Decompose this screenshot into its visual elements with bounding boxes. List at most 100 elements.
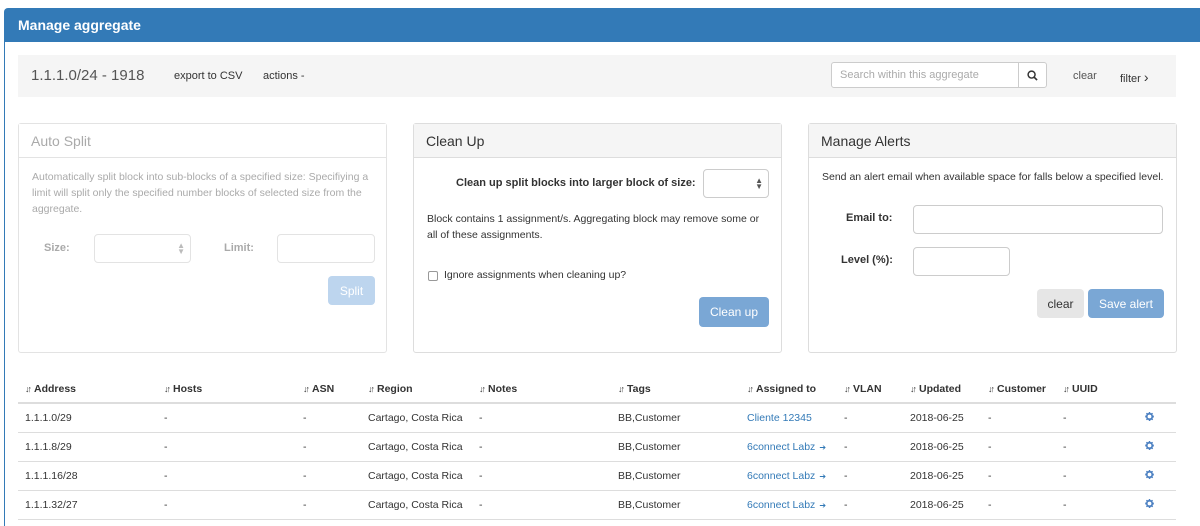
column-header-label: ASN — [312, 382, 335, 395]
column-header-uuid[interactable]: ↓↑ UUID — [1056, 375, 1122, 404]
cell-actions — [1122, 461, 1176, 491]
cell-uuid: - — [1056, 403, 1122, 433]
actions-menu[interactable]: actions - — [263, 70, 305, 82]
table-row[interactable]: 1.1.1.8/29- - Cartago, Costa Rica - BB,Custo… — [18, 432, 1176, 462]
sort-icon: ↓↑ — [910, 383, 917, 394]
cell-address: 1.1.1.32/27 — [18, 490, 157, 520]
split-button[interactable]: Split — [328, 276, 375, 305]
column-header-label: VLAN — [853, 382, 882, 395]
alerts-description: Send an alert email when available space… — [822, 171, 1164, 183]
manage-alerts-title: Manage Alerts — [809, 124, 1176, 158]
cell-updated: 2018-06-25 — [903, 403, 981, 433]
select-arrows-icon: ▲ ▼ — [755, 176, 763, 191]
cell-asn: - — [296, 461, 361, 491]
cell-vlan: - — [837, 461, 903, 491]
assigned-to-link[interactable]: 6connect Labz — [747, 470, 815, 482]
assigned-to-link[interactable]: 6connect Labz — [747, 499, 815, 511]
sort-icon: ↓↑ — [618, 383, 625, 394]
cell-asn: - — [296, 432, 361, 462]
size-select[interactable]: ▲ ▼ — [94, 234, 191, 263]
column-header-address[interactable]: ↓↑ Address — [18, 375, 157, 404]
email-input[interactable] — [913, 205, 1163, 234]
cell-updated: 2018-06-25 — [903, 490, 981, 520]
limit-input[interactable] — [277, 234, 375, 263]
sort-icon: ↓↑ — [368, 383, 375, 394]
cell-actions — [1122, 403, 1176, 433]
cell-notes: - — [472, 461, 611, 491]
cell-region: Cartago, Costa Rica — [361, 403, 472, 433]
column-header-label: UUID — [1072, 382, 1098, 395]
cell-address: 1.1.1.8/29 — [18, 432, 157, 462]
ignore-assignments-label: Ignore assignments when cleaning up? — [444, 269, 627, 281]
aggregate-toolbar: 1.1.1.0/24 - 1918 export to CSV actions … — [18, 55, 1176, 97]
sort-icon: ↓↑ — [479, 383, 486, 394]
block-size-select[interactable]: ▲ ▼ — [703, 169, 769, 198]
cell-tags: BB,Customer — [611, 432, 740, 462]
cell-updated: 2018-06-25 — [903, 432, 981, 462]
panel-header: Manage aggregate — [4, 8, 1200, 42]
limit-label: Limit: — [224, 242, 254, 254]
cell-hosts: - — [157, 432, 296, 462]
column-header-updated[interactable]: ↓↑ Updated — [903, 375, 981, 404]
arrow-right-icon: ➔ — [819, 500, 827, 510]
cell-asn: - — [296, 403, 361, 433]
column-header-region[interactable]: ↓↑ Region — [361, 375, 472, 404]
assigned-to-link[interactable]: 6connect Labz — [747, 441, 815, 453]
cell-tags: BB,Customer — [611, 461, 740, 491]
clear-filter-link[interactable]: clear — [1073, 70, 1097, 82]
column-header-label: Hosts — [173, 382, 203, 395]
table-row[interactable]: 1.1.1.32/27- - Cartago, Costa Rica - BB,Cust… — [18, 490, 1176, 520]
gear-icon[interactable] — [1144, 411, 1155, 422]
level-input[interactable] — [913, 247, 1010, 276]
table-row[interactable]: 1.1.1.0/29- - Cartago, Costa Rica - BB,Custo… — [18, 403, 1176, 433]
manage-alerts-card: Manage Alerts Send an alert email when a… — [808, 123, 1177, 353]
aggregate-title: 1.1.1.0/24 - 1918 — [31, 67, 145, 84]
filter-toggle[interactable]: filter › — [1120, 69, 1149, 85]
search-button[interactable] — [1018, 62, 1047, 88]
table-row[interactable]: 1.1.1.16/28- - Cartago, Costa Rica - BB,Cust… — [18, 461, 1176, 491]
column-header-label: Address — [34, 382, 77, 395]
panel-title: Manage aggregate — [18, 17, 141, 33]
cell-vlan: - — [837, 432, 903, 462]
cell-customer: - — [981, 403, 1056, 433]
clean-up-button[interactable]: Clean up — [699, 297, 769, 327]
cell-notes: - — [472, 403, 611, 433]
column-header-tags[interactable]: ↓↑ Tags — [611, 375, 740, 404]
column-header-actions — [1122, 375, 1176, 404]
cell-uuid: - — [1056, 461, 1122, 491]
column-header-vlan[interactable]: ↓↑ VLAN — [837, 375, 903, 404]
gear-icon[interactable] — [1144, 498, 1155, 509]
clean-up-info: Block contains 1 assignment/s. Aggregati… — [427, 213, 760, 241]
column-header-notes[interactable]: ↓↑ Notes — [472, 375, 611, 404]
gear-icon[interactable] — [1144, 469, 1155, 480]
column-header-customer[interactable]: ↓↑ Customer — [981, 375, 1056, 404]
sort-icon: ↓↑ — [303, 383, 310, 394]
column-header-label: Notes — [488, 382, 518, 395]
sort-icon: ↓↑ — [1063, 383, 1070, 394]
arrow-right-icon: ➔ — [819, 471, 827, 481]
clean-up-card: Clean Up Clean up split blocks into larg… — [413, 123, 782, 353]
column-header-hosts[interactable]: ↓↑ Hosts — [157, 375, 296, 404]
auto-split-description: Automatically split block into sub-block… — [32, 171, 369, 215]
column-header-asn[interactable]: ↓↑ ASN — [296, 375, 361, 404]
cell-region: Cartago, Costa Rica — [361, 432, 472, 462]
gear-icon[interactable] — [1144, 440, 1155, 451]
cell-region: Cartago, Costa Rica — [361, 461, 472, 491]
sort-icon: ↓↑ — [747, 383, 754, 394]
cell-notes: - — [472, 490, 611, 520]
save-alert-button[interactable]: Save alert — [1088, 289, 1164, 318]
search-input[interactable] — [831, 62, 1019, 88]
column-header-assigned-to[interactable]: ↓↑ Assigned to — [740, 375, 837, 404]
cell-tags: BB,Customer — [611, 403, 740, 433]
cell-uuid: - — [1056, 490, 1122, 520]
export-csv-link[interactable]: export to CSV — [174, 70, 242, 82]
select-arrows-icon: ▲ ▼ — [177, 241, 185, 256]
cell-assigned: 6connect Labz ➔ — [740, 432, 837, 462]
column-header-label: Updated — [919, 382, 961, 395]
cell-tags: BB,Customer — [611, 490, 740, 520]
assigned-to-link[interactable]: Cliente 12345 — [747, 412, 812, 424]
cell-notes: - — [472, 432, 611, 462]
column-header-label: Customer — [997, 382, 1047, 395]
clear-alert-button[interactable]: clear — [1037, 289, 1084, 318]
ignore-assignments-checkbox[interactable] — [428, 271, 438, 281]
